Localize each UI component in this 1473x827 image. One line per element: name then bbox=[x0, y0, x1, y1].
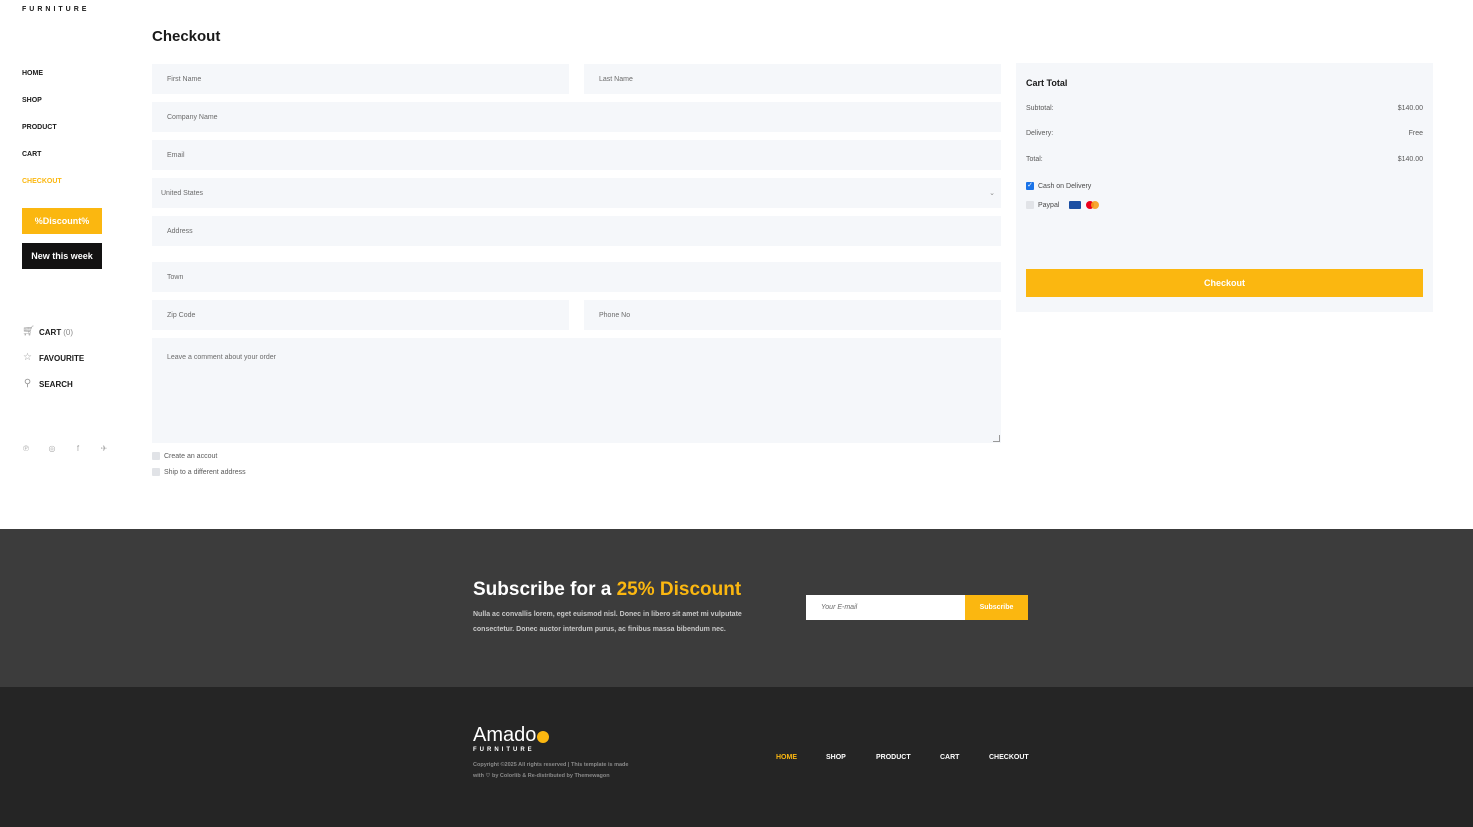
country-select-value: United States bbox=[161, 189, 204, 197]
discount-button[interactable]: %Discount% bbox=[22, 208, 102, 234]
logo-dot-icon bbox=[537, 731, 550, 743]
cart-count: (0) bbox=[63, 327, 73, 337]
cart-link-label: CART bbox=[39, 327, 62, 337]
favourite-link[interactable]: ☆ FAVOURITE bbox=[22, 353, 84, 363]
address-field[interactable]: Address bbox=[152, 216, 1001, 246]
company-name-field[interactable]: Company Name bbox=[152, 102, 1001, 132]
footer: Amado FURNITURE Copyright ©2025 All righ… bbox=[0, 687, 1473, 827]
page-title: Checkout bbox=[152, 28, 221, 45]
search-link[interactable]: ⚲ SEARCH bbox=[22, 379, 84, 389]
newsletter-title-accent: 25% Discount bbox=[616, 579, 742, 600]
mastercard-icon bbox=[1086, 201, 1100, 209]
footer-nav-checkout[interactable]: CHECKOUT bbox=[989, 754, 1029, 761]
cart-total-title: Cart Total bbox=[1026, 78, 1068, 88]
delivery-value: Free bbox=[1408, 130, 1423, 137]
copyright-line-2: with ♡ by Colorlib & Re-distributed by T… bbox=[473, 773, 610, 779]
newsletter-email-input[interactable]: Your E-mail bbox=[806, 595, 965, 620]
resize-handle-icon[interactable] bbox=[993, 435, 1000, 442]
checkbox-box[interactable] bbox=[152, 468, 160, 476]
payment-cash-on-delivery[interactable]: ✓ Cash on Delivery bbox=[1026, 182, 1091, 190]
comment-placeholder: Leave a comment about your order bbox=[167, 354, 276, 361]
sidebar-item-checkout[interactable]: CHECKOUT bbox=[22, 178, 62, 186]
total-row: Total: $140.00 bbox=[1026, 156, 1423, 163]
social-links: ℗ ◎ f ✈︎ bbox=[22, 445, 126, 453]
checkbox-box[interactable] bbox=[1026, 201, 1034, 209]
zip-code-field[interactable]: Zip Code bbox=[152, 300, 569, 330]
town-field[interactable]: Town bbox=[152, 262, 1001, 292]
facebook-icon[interactable]: f bbox=[74, 445, 82, 453]
email-field[interactable]: Email bbox=[152, 140, 1001, 170]
logo-subtitle: FURNITURE bbox=[473, 747, 535, 753]
sidebar-item-product[interactable]: PRODUCT bbox=[22, 124, 62, 132]
new-this-week-button[interactable]: New this week bbox=[22, 243, 102, 269]
delivery-row: Delivery: Free bbox=[1026, 130, 1423, 137]
last-name-field[interactable]: Last Name bbox=[584, 64, 1001, 94]
cart-icon: 🛒︎ bbox=[22, 326, 35, 337]
instagram-icon[interactable]: ◎ bbox=[48, 445, 56, 453]
sidebar-links: 🛒︎ CART (0) ☆ FAVOURITE ⚲ SEARCH bbox=[22, 327, 84, 405]
ship-different-checkbox[interactable]: Ship to a different address bbox=[152, 468, 246, 476]
star-icon: ☆ bbox=[23, 352, 32, 363]
newsletter-section: Subscribe for a 25% Discount Nulla ac co… bbox=[0, 529, 1473, 687]
subtotal-label: Subtotal: bbox=[1026, 105, 1054, 112]
chevron-down-icon: ⌄ bbox=[989, 190, 995, 197]
twitter-icon[interactable]: ✈︎ bbox=[100, 445, 108, 453]
sidebar-item-cart[interactable]: CART bbox=[22, 151, 62, 159]
visa-card-icon bbox=[1069, 201, 1082, 209]
newsletter-description: Nulla ac convallis lorem, eget euismod n… bbox=[473, 611, 742, 633]
total-value: $140.00 bbox=[1397, 156, 1423, 163]
subtotal-row: Subtotal: $140.00 bbox=[1026, 105, 1423, 112]
sidebar-item-home[interactable]: HOME bbox=[22, 70, 62, 78]
paypal-label: Paypal bbox=[1038, 201, 1060, 209]
footer-nav-shop[interactable]: SHOP bbox=[826, 754, 846, 761]
payment-paypal[interactable]: Paypal bbox=[1026, 201, 1100, 209]
delivery-label: Delivery: bbox=[1026, 130, 1054, 137]
search-link-label: SEARCH bbox=[39, 379, 73, 389]
create-account-label: Create an accout bbox=[164, 452, 218, 460]
phone-field[interactable]: Phone No bbox=[584, 300, 1001, 330]
sidebar-item-shop[interactable]: SHOP bbox=[22, 97, 62, 105]
newsletter-title-prefix: Subscribe for a bbox=[473, 579, 612, 600]
sidebar-nav: HOME SHOP PRODUCT CART CHECKOUT bbox=[22, 70, 62, 205]
footer-nav-cart[interactable]: CART bbox=[940, 754, 959, 761]
search-icon: ⚲ bbox=[23, 378, 32, 389]
subscribe-button[interactable]: Subscribe bbox=[965, 595, 1028, 620]
logo-text: Amado bbox=[473, 724, 537, 746]
checkout-button[interactable]: Checkout bbox=[1026, 269, 1423, 297]
total-label: Total: bbox=[1026, 156, 1043, 163]
cart-link[interactable]: 🛒︎ CART (0) bbox=[22, 327, 84, 337]
country-select[interactable]: United States ⌄ bbox=[152, 178, 1001, 208]
check-icon[interactable]: ✓ bbox=[1026, 182, 1034, 190]
ship-different-label: Ship to a different address bbox=[164, 468, 246, 476]
page: FURNITURE HOME SHOP PRODUCT CART CHECKOU… bbox=[0, 0, 1473, 827]
cart-total-panel: Cart Total Subtotal: $140.00 Delivery: F… bbox=[1016, 63, 1433, 312]
pinterest-icon[interactable]: ℗ bbox=[22, 445, 30, 453]
checkbox-box[interactable] bbox=[152, 452, 160, 460]
footer-nav-product[interactable]: PRODUCT bbox=[876, 754, 911, 761]
first-name-field[interactable]: First Name bbox=[152, 64, 569, 94]
footer-nav-home[interactable]: HOME bbox=[776, 754, 797, 761]
comment-textarea[interactable]: Leave a comment about your order bbox=[152, 338, 1001, 443]
cash-on-delivery-label: Cash on Delivery bbox=[1038, 182, 1092, 190]
subtotal-value: $140.00 bbox=[1397, 105, 1423, 112]
create-account-checkbox[interactable]: Create an accout bbox=[152, 452, 217, 460]
favourite-link-label: FAVOURITE bbox=[39, 353, 85, 363]
brand-label[interactable]: FURNITURE bbox=[22, 6, 89, 13]
copyright-line-1: Copyright ©2025 All rights reserved | Th… bbox=[473, 762, 629, 768]
footer-logo[interactable]: Amado bbox=[473, 724, 550, 747]
newsletter-title: Subscribe for a 25% Discount bbox=[473, 579, 741, 601]
copyright-text: Copyright ©2025 All rights reserved | Th… bbox=[473, 760, 653, 782]
